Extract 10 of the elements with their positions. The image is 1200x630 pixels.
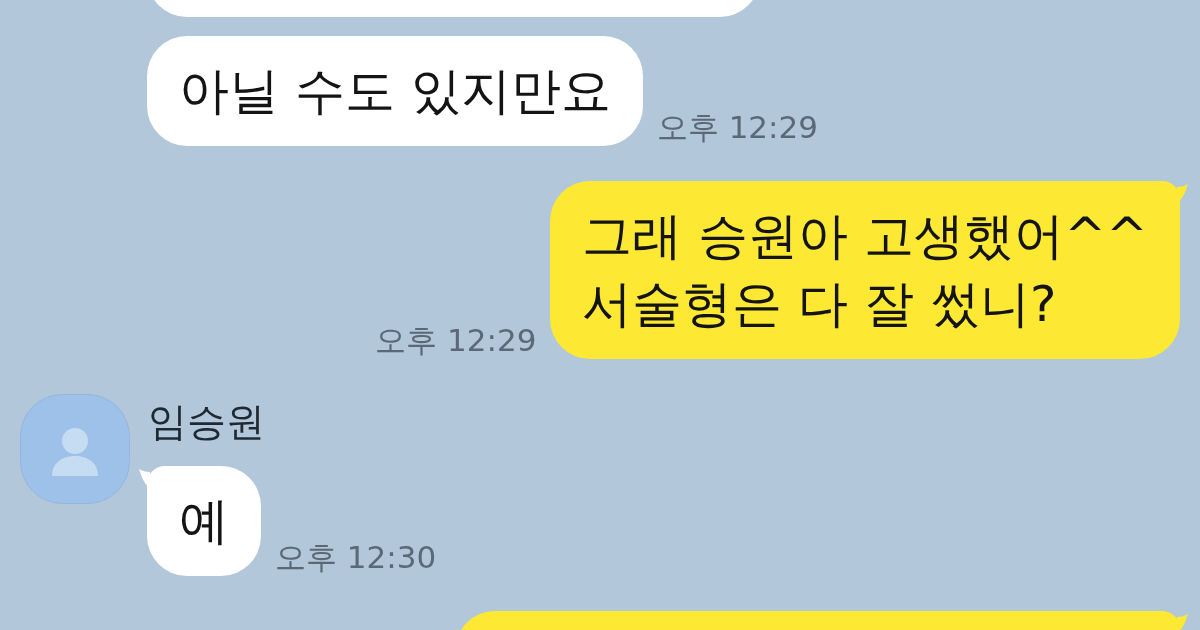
message-time: 오후 12:29 [375,321,537,359]
bubble-tail-icon [1177,184,1188,204]
message-bubble: 예 [147,466,261,576]
sender-name: 임승원 [148,398,265,446]
bubble-tail-icon [1177,614,1188,630]
message-bubble: 아닐 수도 있지만요 [147,36,643,146]
message-time: 오후 12:30 [275,538,437,576]
message-time: 오후 12:29 [656,108,818,146]
avatar-icon [20,394,130,504]
message-bubble: 그래 승원아 고생했어^^ 서술형은 다 잘 썼니? [550,181,1180,359]
